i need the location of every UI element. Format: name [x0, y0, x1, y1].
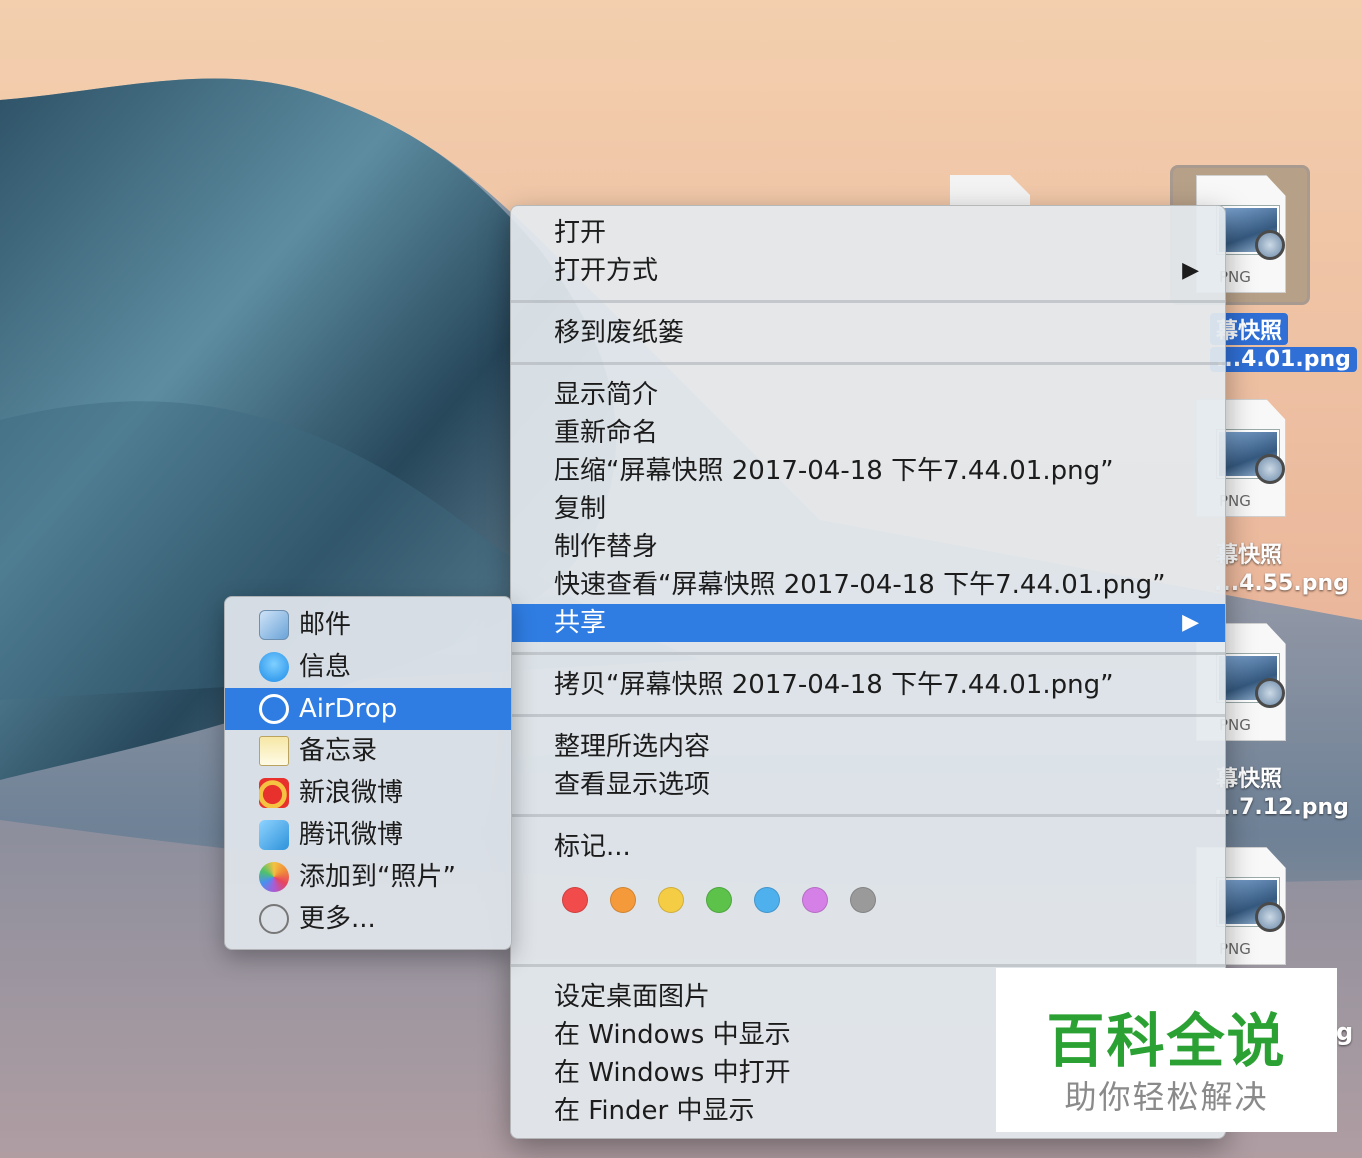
watermark-subtitle: 助你轻松解决 [1064, 1078, 1269, 1116]
tag-gray-dot[interactable] [850, 887, 876, 913]
file-name-line2: ...4.55.png [1214, 571, 1349, 596]
file-name-line2: ...7.12.png [1214, 795, 1349, 820]
mail-icon [259, 610, 289, 640]
menu-item-get-info[interactable]: 显示简介 [511, 376, 1225, 414]
menu-item-duplicate[interactable]: 复制 [511, 490, 1225, 528]
menu-separator [511, 300, 1225, 303]
menu-item-compress[interactable]: 压缩“屏幕快照 2017-04-18 下午7.44.01.png” [511, 452, 1225, 490]
notes-icon [259, 736, 289, 766]
messages-icon [259, 652, 289, 682]
menu-item-open[interactable]: 打开 [511, 214, 1225, 252]
menu-separator [511, 362, 1225, 365]
menu-separator [511, 714, 1225, 717]
menu-item-make-alias[interactable]: 制作替身 [511, 528, 1225, 566]
tag-green-dot[interactable] [706, 887, 732, 913]
tag-red-dot[interactable] [562, 887, 588, 913]
share-item-tencent-weibo[interactable]: 腾讯微博 [225, 814, 511, 856]
tag-purple-dot[interactable] [802, 887, 828, 913]
menu-separator [511, 814, 1225, 817]
photos-icon [259, 862, 289, 892]
share-submenu: 邮件 信息 AirDrop 备忘录 新浪微博 腾讯微博 添加到“照片” 更多..… [224, 596, 512, 950]
tencent-weibo-icon [259, 820, 289, 850]
menu-item-label: 打开方式 [554, 256, 659, 286]
menu-item-rename[interactable]: 重新命名 [511, 414, 1225, 452]
share-item-label: 邮件 [299, 610, 352, 640]
share-item-mail[interactable]: 邮件 [225, 604, 511, 646]
share-item-label: 备忘录 [299, 736, 378, 766]
share-item-label: 信息 [299, 652, 352, 682]
menu-separator [511, 964, 1225, 967]
sina-weibo-icon [259, 778, 289, 808]
submenu-arrow-icon: ▶ [1182, 258, 1199, 283]
menu-item-quick-look[interactable]: 快速查看“屏幕快照 2017-04-18 下午7.44.01.png” [511, 566, 1225, 604]
share-item-messages[interactable]: 信息 [225, 646, 511, 688]
menu-item-label: 共享 [554, 608, 607, 638]
more-ellipsis-icon [259, 904, 289, 934]
submenu-arrow-icon: ▶ [1182, 610, 1199, 635]
share-item-add-to-photos[interactable]: 添加到“照片” [225, 856, 511, 898]
tag-orange-dot[interactable] [610, 887, 636, 913]
menu-item-view-options[interactable]: 查看显示选项 [511, 766, 1225, 804]
share-item-label: 更多... [299, 904, 376, 934]
tag-yellow-dot[interactable] [658, 887, 684, 913]
share-item-label: AirDrop [299, 694, 398, 724]
file-name-line2: ...4.01.png [1210, 347, 1357, 372]
share-item-label: 新浪微博 [299, 778, 404, 808]
tag-blue-dot[interactable] [754, 887, 780, 913]
airdrop-icon [259, 694, 289, 724]
menu-separator [511, 652, 1225, 655]
menu-item-open-with[interactable]: 打开方式 ▶ [511, 252, 1225, 290]
share-item-airdrop[interactable]: AirDrop [225, 688, 511, 730]
watermark-title: 百科全说 [1046, 1007, 1287, 1075]
menu-item-copy[interactable]: 拷贝“屏幕快照 2017-04-18 下午7.44.01.png” [511, 666, 1225, 704]
menu-item-clean-up[interactable]: 整理所选内容 [511, 728, 1225, 766]
menu-item-tags[interactable]: 标记... [511, 828, 1225, 866]
share-item-notes[interactable]: 备忘录 [225, 730, 511, 772]
menu-item-move-to-trash[interactable]: 移到废纸篓 [511, 314, 1225, 352]
share-item-more[interactable]: 更多... [225, 898, 511, 940]
file-name-fragment: g [1336, 1018, 1354, 1046]
watermark-logo: 百科全说 助你轻松解决 [996, 968, 1337, 1132]
share-item-sina-weibo[interactable]: 新浪微博 [225, 772, 511, 814]
menu-item-share[interactable]: 共享 ▶ [511, 604, 1225, 642]
share-item-label: 添加到“照片” [299, 862, 456, 892]
share-item-label: 腾讯微博 [299, 820, 404, 850]
